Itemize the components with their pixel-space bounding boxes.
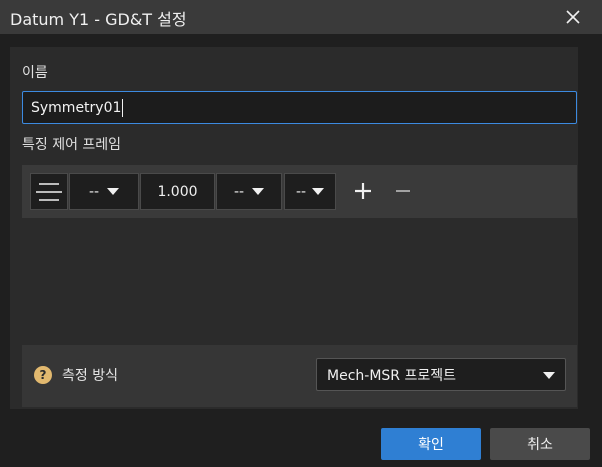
feature-control-frame-row: -- 1.000 -- -- — [22, 165, 577, 218]
measurement-method-value: Mech-MSR 프로젝트 — [327, 367, 456, 384]
feature-control-frame-label: 특징 제어 프레임 — [22, 137, 122, 153]
modifier-dropdown-2[interactable]: -- — [216, 173, 282, 210]
chevron-down-icon — [312, 188, 325, 195]
chevron-down-icon — [252, 188, 265, 195]
name-input[interactable]: Symmetry01 — [22, 91, 577, 124]
text-caret — [122, 98, 124, 117]
close-button[interactable] — [562, 6, 584, 28]
name-label: 이름 — [22, 65, 48, 81]
chevron-down-icon — [107, 188, 120, 195]
tolerance-value-field[interactable]: 1.000 — [140, 173, 215, 210]
window-title: Datum Y1 - GD&T 설정 — [10, 10, 187, 29]
modifier-dropdown-2-value: -- — [233, 183, 245, 200]
datum-dropdown-value: -- — [295, 183, 307, 200]
measurement-method-select[interactable]: Mech-MSR 프로젝트 — [316, 358, 566, 391]
ok-button[interactable]: 확인 — [381, 428, 481, 460]
plus-icon — [355, 183, 371, 199]
remove-frame-button[interactable] — [394, 180, 412, 202]
add-frame-button[interactable] — [352, 180, 374, 202]
modifier-dropdown-1-value: -- — [88, 183, 100, 200]
help-icon[interactable]: ? — [34, 366, 52, 384]
close-icon — [566, 10, 580, 24]
symmetry-symbol-button[interactable] — [30, 173, 68, 210]
minus-icon — [396, 190, 410, 192]
cancel-button[interactable]: 취소 — [490, 428, 590, 460]
datum-dropdown[interactable]: -- — [284, 173, 336, 210]
chevron-down-icon — [543, 372, 555, 379]
measurement-method-label: 측정 방식 — [62, 368, 118, 384]
modifier-dropdown-1[interactable]: -- — [69, 173, 139, 210]
tolerance-value: 1.000 — [157, 183, 198, 200]
title-bar: Datum Y1 - GD&T 설정 — [0, 0, 602, 34]
symmetry-icon — [36, 182, 62, 201]
name-input-value: Symmetry01 — [31, 99, 122, 116]
